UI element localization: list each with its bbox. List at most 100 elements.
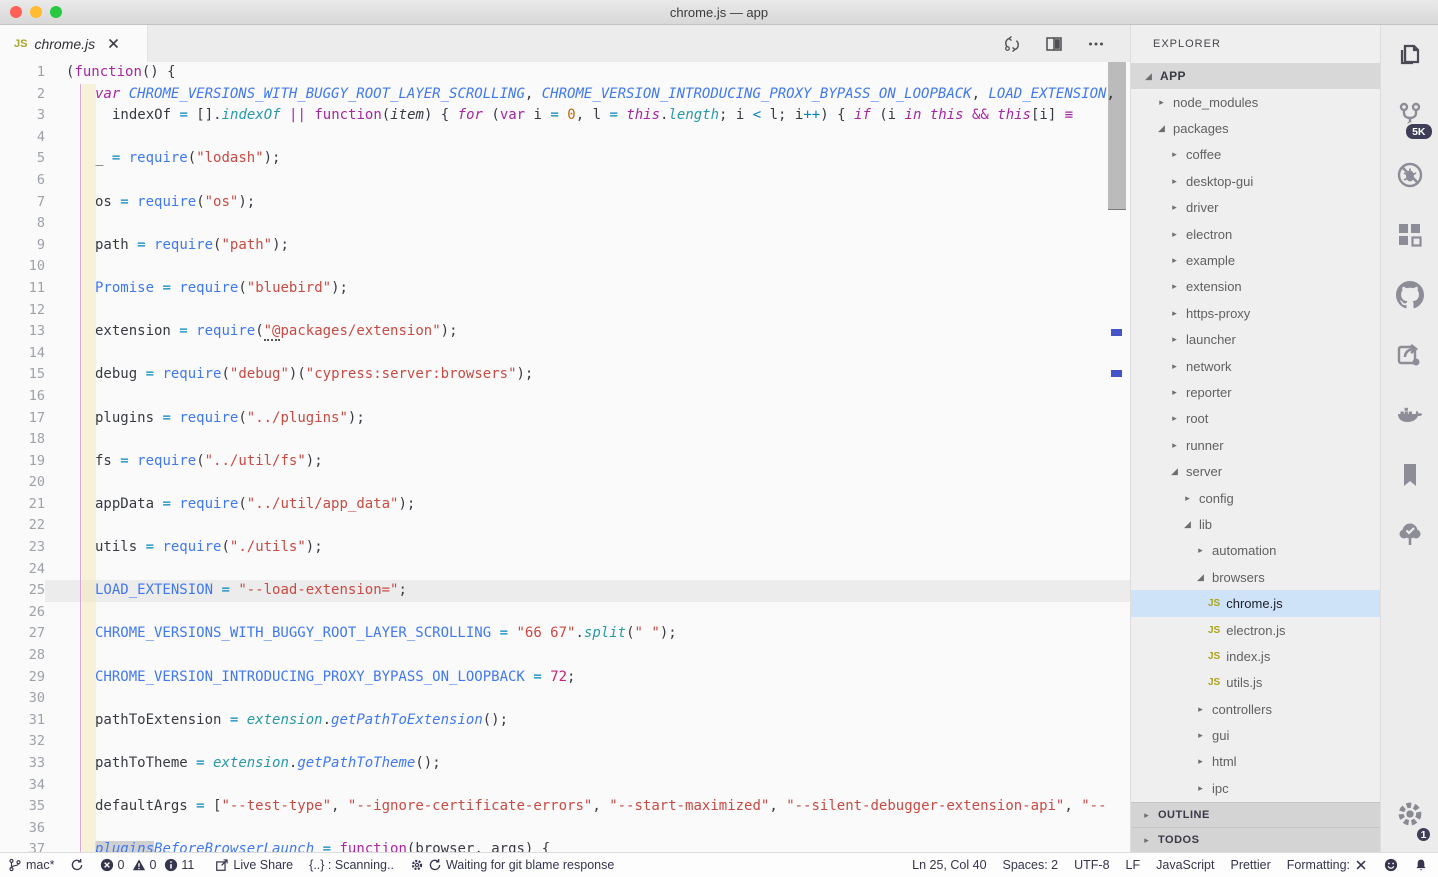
tree-root-app[interactable]: ◢ APP (1131, 63, 1380, 89)
split-editor-icon[interactable] (1045, 35, 1063, 53)
code-line[interactable]: 22 (0, 515, 1130, 537)
tab-chrome-js[interactable]: JS chrome.js (0, 25, 148, 62)
code-line[interactable]: 19fs = require("../util/fs"); (0, 451, 1130, 473)
code-line[interactable]: 21appData = require("../util/app_data"); (0, 494, 1130, 516)
editor-scrollbar[interactable] (1108, 62, 1126, 210)
code-line[interactable]: 27CHROME_VERSIONS_WITH_BUGGY_ROOT_LAYER_… (0, 623, 1130, 645)
tree-file-utils-js[interactable]: JSutils.js (1131, 670, 1380, 696)
code-line[interactable]: 10 (0, 256, 1130, 278)
activity-test-explorer-button[interactable] (1381, 505, 1438, 565)
code-line[interactable]: 37pluginsBeforeBrowserLaunch = function(… (0, 839, 1130, 852)
tree-folder-example[interactable]: ▸example (1131, 247, 1380, 273)
code-line[interactable]: 5_ = require("lodash"); (0, 148, 1130, 170)
code-line[interactable]: 18 (0, 429, 1130, 451)
code-line[interactable]: 11Promise = require("bluebird"); (0, 278, 1130, 300)
code-line[interactable]: 34 (0, 775, 1130, 797)
activity-explorer-button[interactable] (1381, 25, 1438, 85)
tree-folder-controllers[interactable]: ▸controllers (1131, 696, 1380, 722)
tree-folder-browsers[interactable]: ◢browsers (1131, 564, 1380, 590)
tree-folder-automation[interactable]: ▸automation (1131, 538, 1380, 564)
formatter[interactable]: Prettier (1230, 853, 1270, 877)
code-line[interactable]: 36 (0, 818, 1130, 840)
tree-folder-packages[interactable]: ◢packages (1131, 115, 1380, 141)
code-line[interactable]: 4 (0, 127, 1130, 149)
code-line[interactable]: 13extension = require("@packages/extensi… (0, 321, 1130, 343)
indentation[interactable]: Spaces: 2 (1003, 853, 1059, 877)
code-line[interactable]: 32 (0, 731, 1130, 753)
code-line[interactable]: 1(function() { (0, 62, 1130, 84)
tree-folder-https-proxy[interactable]: ▸https-proxy (1131, 300, 1380, 326)
tree-folder-config[interactable]: ▸config (1131, 485, 1380, 511)
code-line[interactable]: 28 (0, 645, 1130, 667)
code-line[interactable]: 2var CHROME_VERSIONS_WITH_BUGGY_ROOT_LAY… (0, 84, 1130, 106)
tree-folder-reporter[interactable]: ▸reporter (1131, 379, 1380, 405)
live-share-status[interactable]: Live Share (215, 853, 293, 877)
sync-status[interactable] (70, 853, 84, 877)
tree-folder-ipc[interactable]: ▸ipc (1131, 775, 1380, 801)
code-line[interactable]: 35defaultArgs = ["--test-type", "--ignor… (0, 796, 1130, 818)
maximize-window-button[interactable] (50, 6, 62, 18)
activity-source-control-button[interactable]: 5K (1381, 85, 1438, 145)
code-line[interactable]: 26 (0, 602, 1130, 624)
tree-folder-electron[interactable]: ▸electron (1131, 221, 1380, 247)
settings-button[interactable]: 1 (1381, 784, 1438, 844)
activity-bookmarks-button[interactable] (1381, 445, 1438, 505)
tree-folder-network[interactable]: ▸network (1131, 353, 1380, 379)
activity-docker-button[interactable] (1381, 385, 1438, 445)
code-line[interactable]: 7os = require("os"); (0, 192, 1130, 214)
encoding[interactable]: UTF-8 (1074, 853, 1109, 877)
cursor-position[interactable]: Ln 25, Col 40 (912, 853, 986, 877)
eol[interactable]: LF (1126, 853, 1141, 877)
code-line[interactable]: 14 (0, 343, 1130, 365)
tree-folder-root[interactable]: ▸root (1131, 406, 1380, 432)
code-line[interactable]: 20 (0, 472, 1130, 494)
tree-file-electron-js[interactable]: JSelectron.js (1131, 617, 1380, 643)
tree-file-chrome-js[interactable]: JSchrome.js (1131, 590, 1380, 616)
code-line[interactable]: 23utils = require("./utils"); (0, 537, 1130, 559)
minimize-window-button[interactable] (30, 6, 42, 18)
close-tab-icon[interactable] (108, 38, 119, 49)
activity-extensions-button[interactable] (1381, 205, 1438, 265)
tree-folder-coffee[interactable]: ▸coffee (1131, 142, 1380, 168)
code-line[interactable]: 33pathToTheme = extension.getPathToTheme… (0, 753, 1130, 775)
code-line[interactable]: 25LOAD_EXTENSION = "--load-extension="; (0, 580, 1130, 602)
code-editor[interactable]: 1(function() {2var CHROME_VERSIONS_WITH_… (0, 62, 1130, 852)
code-line[interactable]: 29CHROME_VERSION_INTRODUCING_PROXY_BYPAS… (0, 667, 1130, 689)
tree-folder-extension[interactable]: ▸extension (1131, 274, 1380, 300)
code-line[interactable]: 9path = require("path"); (0, 235, 1130, 257)
activity-github-button[interactable] (1381, 265, 1438, 325)
tree-folder-runner[interactable]: ▸runner (1131, 432, 1380, 458)
git-branch-status[interactable]: mac* (8, 853, 54, 877)
code-line[interactable]: 31pathToExtension = extension.getPathToE… (0, 710, 1130, 732)
tree-folder-node-modules[interactable]: ▸node_modules (1131, 89, 1380, 115)
language-mode[interactable]: JavaScript (1156, 853, 1214, 877)
code-line[interactable]: 3indexOf = [].indexOf || function(item) … (0, 105, 1130, 127)
tree-file-index-js[interactable]: JSindex.js (1131, 643, 1380, 669)
code-line[interactable]: 24 (0, 559, 1130, 581)
code-line[interactable]: 30 (0, 688, 1130, 710)
activity-debug-disabled-button[interactable] (1381, 145, 1438, 205)
problems-status[interactable]: 0011 (100, 853, 199, 877)
notifications[interactable] (1414, 853, 1428, 877)
tree-folder-driver[interactable]: ▸driver (1131, 195, 1380, 221)
scanning-status[interactable]: {..} : Scanning.. (309, 853, 394, 877)
tree-folder-html[interactable]: ▸html (1131, 749, 1380, 775)
sidebar-section-todos[interactable]: ▸TODOS (1131, 827, 1380, 852)
code-line[interactable]: 15debug = require("debug")("cypress:serv… (0, 364, 1130, 386)
code-line[interactable]: 16 (0, 386, 1130, 408)
git-blame-status[interactable]: Waiting for git blame response (410, 853, 614, 877)
code-line[interactable]: 8 (0, 213, 1130, 235)
tree-folder-lib[interactable]: ◢lib (1131, 511, 1380, 537)
formatting-toggle[interactable]: Formatting: (1287, 853, 1368, 877)
tree-folder-desktop-gui[interactable]: ▸desktop-gui (1131, 168, 1380, 194)
sidebar-section-outline[interactable]: ▸OUTLINE (1131, 802, 1380, 827)
tree-folder-launcher[interactable]: ▸launcher (1131, 327, 1380, 353)
code-line[interactable]: 6 (0, 170, 1130, 192)
tree-folder-gui[interactable]: ▸gui (1131, 722, 1380, 748)
more-actions-icon[interactable] (1087, 35, 1105, 53)
feedback[interactable] (1384, 853, 1398, 877)
activity-live-share-button[interactable] (1381, 325, 1438, 385)
tree-folder-server[interactable]: ◢server (1131, 458, 1380, 484)
close-window-button[interactable] (10, 6, 22, 18)
code-line[interactable]: 17plugins = require("../plugins"); (0, 408, 1130, 430)
